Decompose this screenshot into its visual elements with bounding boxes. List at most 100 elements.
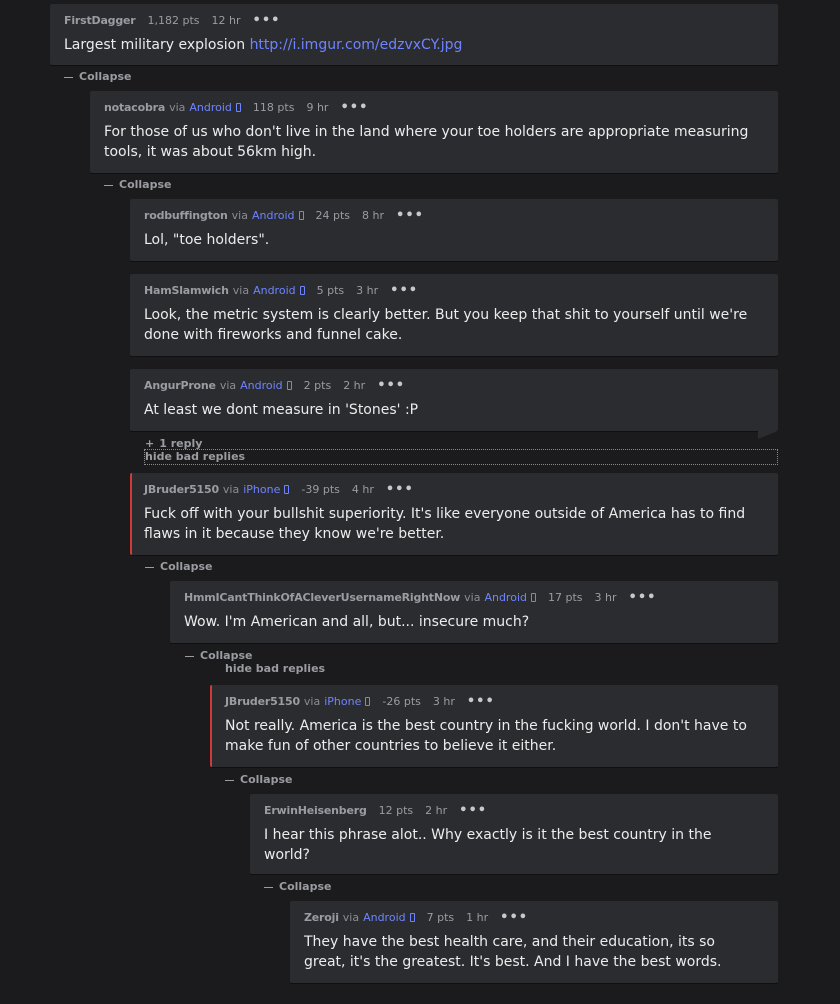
more-options-icon[interactable]: ••• <box>467 695 495 708</box>
comment-platform[interactable]: Android <box>484 591 527 604</box>
phone-icon <box>365 697 371 706</box>
collapse-icon <box>225 779 234 781</box>
comment-time: 3 hr <box>356 284 379 297</box>
collapse-label: Collapse <box>79 70 132 83</box>
collapse-label: Collapse <box>200 649 253 662</box>
comment-meta: FirstDagger 1,182 pts 12 hr ••• <box>64 14 281 28</box>
comment-points: 118 pts <box>252 101 295 114</box>
comment-time: 3 hr <box>432 695 455 708</box>
comment-points: 17 pts <box>547 591 583 604</box>
more-options-icon[interactable]: ••• <box>340 101 368 114</box>
comment-time: 2 hr <box>343 379 366 392</box>
comment-body: Look, the metric system is clearly bette… <box>144 307 748 343</box>
comment-body: Lol, "toe holders". <box>144 232 270 248</box>
comment-author[interactable]: HmmICantThinkOfACleverUsernameRightNow <box>184 591 460 604</box>
comment-author[interactable]: FirstDagger <box>64 14 136 27</box>
comment-meta: HamSlamwich via Android 5 pts 3 hr ••• <box>144 284 418 298</box>
phone-icon <box>286 381 292 390</box>
phone-icon <box>284 485 290 494</box>
collapse-label: Collapse <box>119 178 172 191</box>
collapse-label: Collapse <box>160 560 213 573</box>
collapse-button[interactable]: Collapse <box>225 773 292 786</box>
more-options-icon[interactable]: ••• <box>390 284 418 297</box>
comment-text: Largest military explosion <box>64 37 250 53</box>
comment-time: 12 hr <box>211 14 241 27</box>
more-options-icon[interactable]: ••• <box>386 483 414 496</box>
hide-bad-replies-button[interactable]: hide bad replies <box>144 449 778 465</box>
comment-body: Wow. I'm American and all, but... insecu… <box>184 614 530 630</box>
card-fold-corner <box>758 431 778 439</box>
more-options-icon[interactable]: ••• <box>500 911 528 924</box>
comment-author[interactable]: JBruder5150 <box>225 695 300 708</box>
collapse-icon <box>145 566 154 568</box>
phone-icon <box>299 286 305 295</box>
comment-platform[interactable]: Android <box>189 101 232 114</box>
collapse-icon <box>185 655 194 657</box>
more-options-icon[interactable]: ••• <box>629 591 657 604</box>
comment-card: Zeroji via Android 7 pts 1 hr ••• They h… <box>290 901 778 983</box>
comment-points: 12 pts <box>378 804 414 817</box>
collapse-button[interactable]: Collapse <box>64 70 131 83</box>
comment-via: via <box>222 483 240 496</box>
comment-points: 5 pts <box>316 284 345 297</box>
comment-platform[interactable]: iPhone <box>243 483 280 496</box>
comment-via: via <box>464 591 481 604</box>
collapse-icon <box>104 184 113 186</box>
comment-points: 24 pts <box>315 209 351 222</box>
collapse-label: Collapse <box>279 880 332 893</box>
more-options-icon[interactable]: ••• <box>377 379 405 392</box>
comment-author[interactable]: Zeroji <box>304 911 339 924</box>
collapse-button[interactable]: Collapse <box>145 560 212 573</box>
comment-meta: notacobra via Android 118 pts 9 hr ••• <box>104 101 368 115</box>
more-options-icon[interactable]: ••• <box>253 14 281 27</box>
comment-platform[interactable]: Android <box>252 209 295 222</box>
comment-via: via <box>303 695 321 708</box>
comment-card: HamSlamwich via Android 5 pts 3 hr ••• L… <box>130 274 778 356</box>
collapse-button[interactable]: Collapse <box>104 178 171 191</box>
comment-author[interactable]: rodbuffington <box>144 209 228 222</box>
comment-meta: HmmICantThinkOfACleverUsernameRightNow v… <box>184 591 657 605</box>
comment-body: Not really. America is the best country … <box>225 718 747 754</box>
comment-time: 9 hr <box>306 101 329 114</box>
phone-icon <box>298 211 304 220</box>
hide-bad-replies-link[interactable]: hide bad replies <box>225 662 325 675</box>
comment-author[interactable]: ErwinHeisenberg <box>264 804 367 817</box>
phone-icon <box>530 593 536 602</box>
comment-meta: JBruder5150 via iPhone -39 pts 4 hr ••• <box>144 483 414 497</box>
comment-via: via <box>232 284 250 297</box>
comment-platform[interactable]: Android <box>240 379 283 392</box>
hide-bad-replies-label: hide bad replies <box>145 450 246 463</box>
comment-body: At least we dont measure in 'Stones' :P <box>144 402 419 418</box>
comment-points: -39 pts <box>301 483 340 496</box>
comment-card: AngurProne via Android 2 pts 2 hr ••• At… <box>130 369 778 431</box>
comment-via: via <box>169 101 186 114</box>
comment-via: via <box>219 379 237 392</box>
comment-platform[interactable]: Android <box>363 911 406 924</box>
comment-author[interactable]: JBruder5150 <box>144 483 219 496</box>
comment-link[interactable]: http://i.imgur.com/edzvxCY.jpg <box>250 37 463 53</box>
comment-platform[interactable]: iPhone <box>324 695 361 708</box>
comment-via: via <box>342 911 360 924</box>
comment-author[interactable]: notacobra <box>104 101 165 114</box>
comment-time: 2 hr <box>425 804 448 817</box>
comment-time: 3 hr <box>594 591 617 604</box>
comment-platform[interactable]: Android <box>253 284 296 297</box>
comment-body: Largest military explosion http://i.imgu… <box>64 35 462 55</box>
comment-time: 1 hr <box>466 911 489 924</box>
comment-card: JBruder5150 via iPhone -39 pts 4 hr ••• … <box>130 473 778 555</box>
more-options-icon[interactable]: ••• <box>459 804 487 817</box>
comment-card: FirstDagger 1,182 pts 12 hr ••• Largest … <box>50 4 778 65</box>
collapse-button[interactable]: Collapse <box>185 649 252 662</box>
phone-icon <box>235 103 241 112</box>
comment-points: 7 pts <box>426 911 455 924</box>
comment-author[interactable]: HamSlamwich <box>144 284 229 297</box>
comment-body: They have the best health care, and thei… <box>304 934 722 970</box>
more-options-icon[interactable]: ••• <box>396 209 424 222</box>
comment-card: HmmICantThinkOfACleverUsernameRightNow v… <box>170 581 778 643</box>
comment-body: For those of us who don't live in the la… <box>104 124 749 160</box>
comment-card: ErwinHeisenberg 12 pts 2 hr ••• I hear t… <box>250 794 778 874</box>
comment-author[interactable]: AngurProne <box>144 379 216 392</box>
comment-card: notacobra via Android 118 pts 9 hr ••• F… <box>90 91 778 173</box>
collapse-button[interactable]: Collapse <box>264 880 331 893</box>
comment-via: via <box>231 209 248 222</box>
